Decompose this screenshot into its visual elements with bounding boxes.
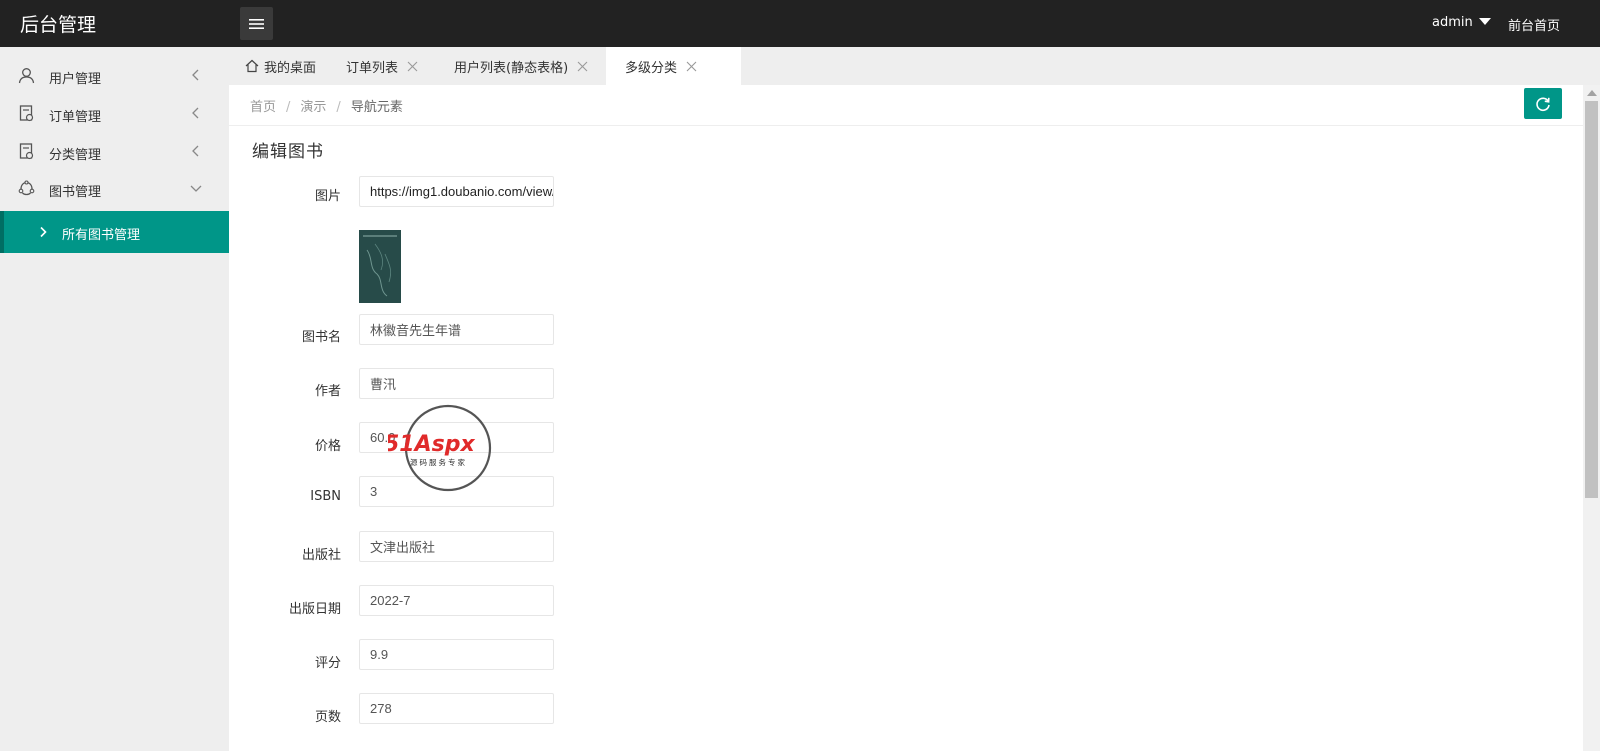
home-icon	[245, 59, 259, 73]
chevron-down-icon	[190, 185, 202, 192]
image-label: 图片	[314, 189, 341, 204]
tab-user-list[interactable]: 用户列表(静态表格)	[454, 47, 588, 85]
rating-input[interactable]: 9.9	[359, 639, 554, 670]
sidebar-item-label: 订单管理	[49, 110, 102, 125]
breadcrumb-demo[interactable]: 演示	[300, 100, 326, 115]
hamburger-icon	[249, 18, 264, 29]
top-header: 后台管理 admin 前台首页	[0, 0, 1600, 47]
tab-order-list[interactable]: 订单列表	[346, 47, 418, 85]
close-icon[interactable]	[686, 61, 697, 72]
isbn-label: ISBN	[310, 489, 341, 504]
tab-label: 用户列表(静态表格)	[454, 60, 569, 76]
app-logo: 后台管理	[20, 14, 97, 36]
tab-bar: 我的桌面 订单列表 用户列表(静态表格) 多级分类	[229, 47, 1600, 85]
pages-label: 页数	[314, 710, 341, 725]
watermark-brand: 51Aspx	[388, 432, 475, 457]
username: admin	[1432, 15, 1473, 30]
chevron-down-icon	[1478, 18, 1491, 25]
rating-label: 评分	[314, 656, 341, 671]
chevron-left-icon	[192, 107, 199, 119]
vertical-scrollbar[interactable]	[1583, 85, 1600, 751]
close-icon[interactable]	[577, 61, 588, 72]
tab-label: 订单列表	[346, 60, 399, 76]
scroll-thumb[interactable]	[1585, 101, 1598, 498]
sidebar-subitem-label: 所有图书管理	[62, 228, 141, 243]
menu-toggle-button[interactable]	[240, 7, 273, 40]
sidebar-item-label: 分类管理	[49, 148, 102, 163]
user-icon	[18, 68, 35, 84]
pubdate-label: 出版日期	[288, 602, 341, 617]
breadcrumb-home[interactable]: 首页	[250, 100, 276, 115]
book-cover-art	[359, 230, 401, 303]
tab-desktop[interactable]: 我的桌面	[245, 47, 316, 85]
watermark-tagline: 源码服务专家	[410, 457, 467, 467]
author-label: 作者	[314, 384, 341, 399]
book-icon	[18, 180, 35, 196]
close-icon[interactable]	[407, 61, 418, 72]
chevron-left-icon	[192, 145, 199, 157]
publisher-label: 出版社	[301, 548, 341, 563]
sidebar-item-categories[interactable]: 分类管理	[0, 132, 229, 170]
watermark-logo: 51Aspx 源码服务专家	[388, 404, 492, 492]
refresh-button[interactable]	[1524, 88, 1562, 119]
book-cover-image	[359, 230, 401, 303]
sidebar-subitem-all-books[interactable]: 所有图书管理	[0, 211, 229, 253]
image-url-input[interactable]: https://img1.doubanio.com/view/s	[359, 176, 554, 207]
sidebar-item-users[interactable]: 用户管理	[0, 56, 229, 94]
tab-multilevel-category[interactable]: 多级分类	[606, 47, 741, 85]
sidebar-item-books[interactable]: 图书管理	[0, 169, 229, 207]
author-input[interactable]: 曹汛	[359, 368, 554, 399]
divider	[229, 125, 1583, 126]
breadcrumb: 首页 / 演示 / 导航元素	[250, 100, 403, 115]
category-icon	[19, 143, 34, 160]
scroll-up-arrow-icon[interactable]	[1587, 90, 1597, 96]
breadcrumb-current: 导航元素	[350, 100, 403, 115]
refresh-icon	[1536, 96, 1550, 111]
pubdate-input[interactable]: 2022-7	[359, 585, 554, 616]
sidebar: 用户管理 订单管理 分类管理 图书管理 所有图书管理	[0, 47, 229, 751]
tab-label: 多级分类	[625, 60, 678, 76]
book-name-input[interactable]: 林徽音先生年谱	[359, 314, 554, 345]
order-icon	[19, 105, 34, 122]
pages-input[interactable]: 278	[359, 693, 554, 724]
publisher-input[interactable]: 文津出版社	[359, 531, 554, 562]
sidebar-item-label: 图书管理	[49, 185, 102, 200]
tab-label: 我的桌面	[264, 60, 317, 76]
user-menu[interactable]: admin	[1432, 15, 1491, 30]
frontend-home-link[interactable]: 前台首页	[1508, 15, 1560, 34]
chevron-right-icon	[40, 226, 47, 238]
book-name-label: 图书名	[301, 330, 341, 345]
sidebar-item-orders[interactable]: 订单管理	[0, 94, 229, 132]
sidebar-item-label: 用户管理	[49, 72, 102, 87]
price-label: 价格	[314, 439, 341, 454]
chevron-left-icon	[192, 69, 199, 81]
form-title: 编辑图书	[252, 142, 324, 162]
